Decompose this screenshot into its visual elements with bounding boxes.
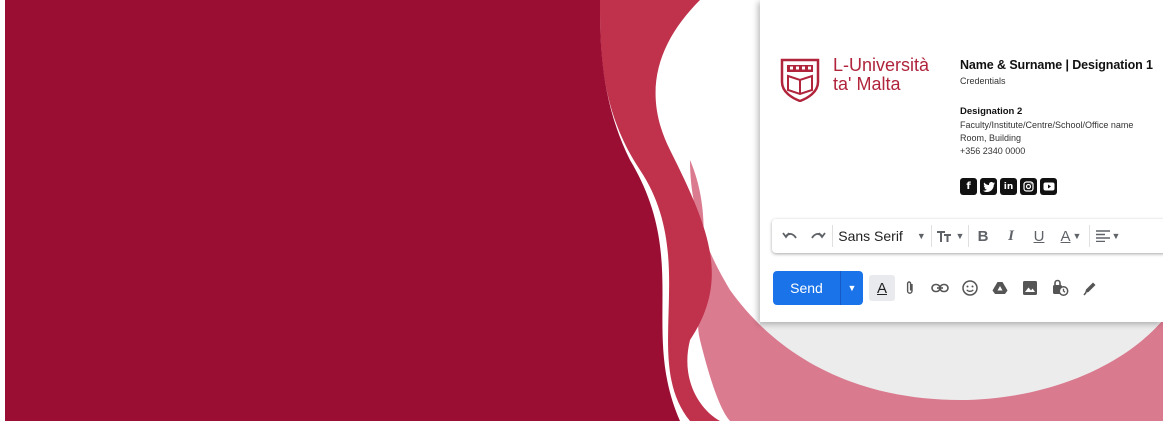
drive-icon[interactable] xyxy=(985,273,1015,303)
font-size-button[interactable]: ▼ xyxy=(932,219,968,253)
email-compose-window: L-Università ta' Malta Name & Surname | … xyxy=(760,0,1163,322)
formatting-toolbar: Sans Serif ▼ ▼ B I U A ▼ ▼ xyxy=(772,219,1163,253)
logo-line-1: L-Università xyxy=(833,55,930,75)
redo-icon[interactable] xyxy=(804,219,832,253)
linkedin-icon[interactable]: in xyxy=(1000,178,1017,195)
underline-icon[interactable]: U xyxy=(1025,219,1053,253)
signature-phone: +356 2340 0000 xyxy=(960,146,1026,156)
text-size-icon xyxy=(936,231,951,242)
chevron-down-icon: ▼ xyxy=(955,231,965,241)
font-family-select[interactable]: Sans Serif ▼ xyxy=(833,219,931,253)
chevron-down-icon: ▼ xyxy=(916,231,926,241)
align-left-icon xyxy=(1095,230,1110,242)
text-color-button[interactable]: A ▼ xyxy=(1053,219,1089,253)
promo-banner: L-Università ta' Malta Name & Surname | … xyxy=(0,0,1163,421)
chevron-down-icon: ▼ xyxy=(847,283,857,293)
twitter-icon[interactable] xyxy=(980,178,997,195)
facebook-icon[interactable]: f xyxy=(960,178,977,195)
signature-credentials: Credentials xyxy=(960,76,1006,86)
undo-icon[interactable] xyxy=(776,219,804,253)
signature-room: Room, Building xyxy=(960,133,1022,143)
signature-pen-icon[interactable] xyxy=(1075,273,1105,303)
insert-photo-icon[interactable] xyxy=(1015,273,1045,303)
chevron-down-icon: ▼ xyxy=(1111,231,1121,241)
font-family-label: Sans Serif xyxy=(838,228,903,244)
signature-block: Name & Surname | Designation 1 Credentia… xyxy=(960,58,1160,156)
signature-name: Name & Surname | Designation 1 xyxy=(960,58,1153,72)
italic-icon[interactable]: I xyxy=(997,219,1025,253)
signature-office: Faculty/Institute/Centre/School/Office n… xyxy=(960,120,1134,130)
university-crest-icon xyxy=(780,58,820,102)
bold-icon[interactable]: B xyxy=(969,219,997,253)
instagram-icon[interactable] xyxy=(1020,178,1037,195)
text-color-icon: A xyxy=(1060,227,1071,245)
attach-file-icon[interactable] xyxy=(895,273,925,303)
confidential-mode-icon[interactable] xyxy=(1045,273,1075,303)
youtube-icon[interactable] xyxy=(1040,178,1057,195)
university-wordmark: L-Università ta' Malta xyxy=(833,56,929,94)
send-options-button[interactable]: ▼ xyxy=(840,271,863,305)
chevron-down-icon: ▼ xyxy=(1072,231,1082,241)
logo-line-2: ta' Malta xyxy=(833,74,901,94)
insert-link-icon[interactable] xyxy=(925,273,955,303)
background-main-wave xyxy=(5,0,680,421)
compose-action-bar: Send ▼ A xyxy=(773,271,1105,305)
emoji-icon[interactable] xyxy=(955,273,985,303)
university-logo: L-Università ta' Malta xyxy=(778,56,938,102)
align-button[interactable]: ▼ xyxy=(1090,219,1126,253)
social-icons: f in xyxy=(960,178,1057,195)
signature-designation-2: Designation 2 xyxy=(960,106,1023,117)
send-button[interactable]: Send xyxy=(773,271,840,305)
formatting-options-icon[interactable]: A xyxy=(869,275,895,301)
